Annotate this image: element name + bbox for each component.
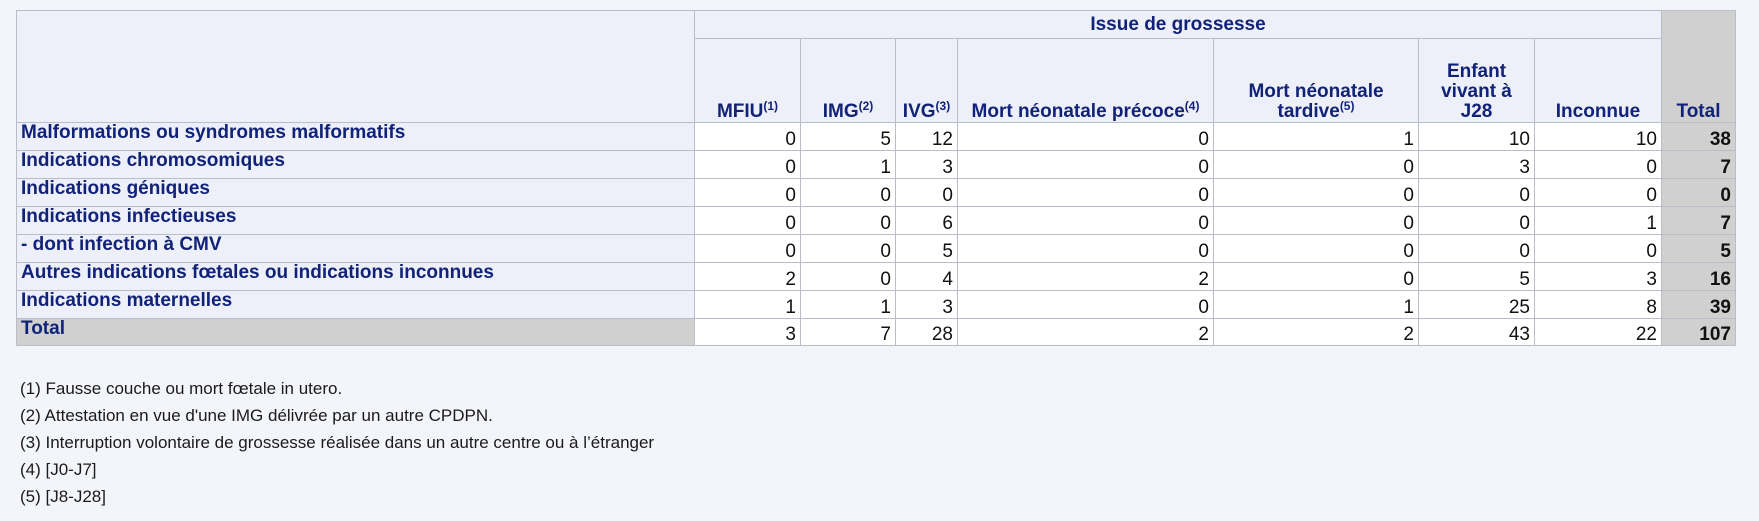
cell-mfiu: 2 [694, 262, 801, 291]
cell-total: 0 [1661, 178, 1736, 207]
cell-ivg: 4 [895, 262, 958, 291]
cell-enfant-vivant-j28: 0 [1418, 206, 1535, 235]
cell-img: 1 [800, 290, 896, 319]
row-label: Indications chromosomiques [16, 150, 695, 179]
cell-img: 0 [800, 262, 896, 291]
cell-enfant-vivant-j28: 25 [1418, 290, 1535, 319]
cell-inconnue: 0 [1534, 178, 1662, 207]
footnote: (3) Interruption volontaire de grossesse… [20, 433, 655, 452]
cell-img: 7 [800, 318, 896, 346]
table-row: - dont infection à CMV 0 0 5 0 0 0 0 5 [16, 234, 1736, 263]
cell-mort-neonatale-precoce: 0 [957, 290, 1214, 319]
cell-mort-neonatale-tardive: 0 [1213, 262, 1419, 291]
table-body: Malformations ou syndromes malformatifs 0… [16, 122, 1736, 346]
cell-ivg: 6 [895, 206, 958, 235]
cell-mfiu: 0 [694, 234, 801, 263]
cell-inconnue: 1 [1534, 206, 1662, 235]
cell-ivg: 3 [895, 150, 958, 179]
row-label: Autres indications fœtales ou indication… [16, 262, 695, 291]
cell-mort-neonatale-tardive: 0 [1213, 150, 1419, 179]
cell-mort-neonatale-precoce: 0 [957, 234, 1214, 263]
cell-ivg: 3 [895, 290, 958, 319]
cell-enfant-vivant-j28: 5 [1418, 262, 1535, 291]
cell-mort-neonatale-tardive: 1 [1213, 290, 1419, 319]
cell-ivg: 0 [895, 178, 958, 207]
footnotes: (1) Fausse couche ou mort fœtale in uter… [20, 378, 654, 513]
cell-inconnue: 0 [1534, 234, 1662, 263]
footnote: (5) [J8-J28] [20, 487, 106, 506]
cell-img: 5 [800, 122, 896, 151]
table-row: Indications infectieuses 0 0 6 0 0 0 1 7 [16, 206, 1736, 235]
cell-mort-neonatale-precoce: 0 [957, 178, 1214, 207]
row-label: Indications maternelles [16, 290, 695, 319]
cell-img: 0 [800, 206, 896, 235]
table-corner-cell [16, 10, 695, 123]
cell-mfiu: 0 [694, 122, 801, 151]
cell-mort-neonatale-tardive: 0 [1213, 178, 1419, 207]
column-header-img: IMG(2) [800, 38, 896, 123]
cell-mort-neonatale-precoce: 0 [957, 150, 1214, 179]
cell-ivg: 28 [895, 318, 958, 346]
cell-inconnue: 10 [1534, 122, 1662, 151]
cell-img: 0 [800, 178, 896, 207]
cell-total: 107 [1661, 318, 1736, 346]
row-label: Total [16, 318, 695, 346]
footnote: (1) Fausse couche ou mort fœtale in uter… [20, 379, 343, 398]
row-label: Indications infectieuses [16, 206, 695, 235]
cell-mfiu: 0 [694, 206, 801, 235]
cell-ivg: 12 [895, 122, 958, 151]
footnote: (2) Attestation en vue d'une IMG délivré… [20, 406, 493, 425]
cell-enfant-vivant-j28: 0 [1418, 178, 1535, 207]
cell-mort-neonatale-precoce: 0 [957, 206, 1214, 235]
cell-total: 16 [1661, 262, 1736, 291]
column-header-enfant-vivant: Enfant vivant à J28 [1418, 38, 1535, 123]
report-container: Issue de grossesse Total MFIU(1) IMG(2) … [16, 10, 1736, 346]
column-header-inconnue: Inconnue [1534, 38, 1662, 123]
cell-mort-neonatale-tardive: 2 [1213, 318, 1419, 346]
cell-total: 7 [1661, 150, 1736, 179]
cell-inconnue: 8 [1534, 290, 1662, 319]
row-label: Malformations ou syndromes malformatifs [16, 122, 695, 151]
cell-mfiu: 0 [694, 178, 801, 207]
table-row: Malformations ou syndromes malformatifs 0… [16, 122, 1736, 151]
cell-img: 0 [800, 234, 896, 263]
table-row: Indications chromosomiques 0 1 3 0 0 3 0 7 [16, 150, 1736, 179]
footnote: (4) [J0-J7] [20, 460, 97, 479]
cell-mort-neonatale-tardive: 1 [1213, 122, 1419, 151]
cell-mort-neonatale-tardive: 0 [1213, 206, 1419, 235]
cell-inconnue: 22 [1534, 318, 1662, 346]
group-header: Issue de grossesse [694, 10, 1662, 39]
table-row: Indications géniques 0 0 0 0 0 0 0 0 [16, 178, 1736, 207]
cell-mfiu: 3 [694, 318, 801, 346]
cell-total: 7 [1661, 206, 1736, 235]
column-header-ivg: IVG(3) [895, 38, 958, 123]
cell-enfant-vivant-j28: 0 [1418, 234, 1535, 263]
cell-mfiu: 0 [694, 150, 801, 179]
total-row: Total 3 7 28 2 2 43 22 107 [16, 318, 1736, 346]
cell-total: 38 [1661, 122, 1736, 151]
cell-mort-neonatale-tardive: 0 [1213, 234, 1419, 263]
pregnancy-outcome-table: Issue de grossesse Total MFIU(1) IMG(2) … [16, 10, 1736, 346]
cell-inconnue: 0 [1534, 150, 1662, 179]
table-row: Indications maternelles 1 1 3 0 1 25 8 39 [16, 290, 1736, 319]
cell-mort-neonatale-precoce: 2 [957, 318, 1214, 346]
total-column-header: Total [1661, 10, 1736, 123]
cell-mfiu: 1 [694, 290, 801, 319]
column-header-mort-neonatale-precoce: Mort néonatale précoce(4) [957, 38, 1214, 123]
cell-img: 1 [800, 150, 896, 179]
column-header-mort-neonatale-tardive: Mort néonatale tardive(5) [1213, 38, 1419, 123]
cell-mort-neonatale-precoce: 0 [957, 122, 1214, 151]
cell-enfant-vivant-j28: 43 [1418, 318, 1535, 346]
cell-ivg: 5 [895, 234, 958, 263]
row-label: Indications géniques [16, 178, 695, 207]
row-label: - dont infection à CMV [16, 234, 695, 263]
table-row: Autres indications fœtales ou indication… [16, 262, 1736, 291]
cell-total: 39 [1661, 290, 1736, 319]
cell-mort-neonatale-precoce: 2 [957, 262, 1214, 291]
cell-enfant-vivant-j28: 10 [1418, 122, 1535, 151]
cell-total: 5 [1661, 234, 1736, 263]
cell-enfant-vivant-j28: 3 [1418, 150, 1535, 179]
column-header-mfiu: MFIU(1) [694, 38, 801, 123]
cell-inconnue: 3 [1534, 262, 1662, 291]
